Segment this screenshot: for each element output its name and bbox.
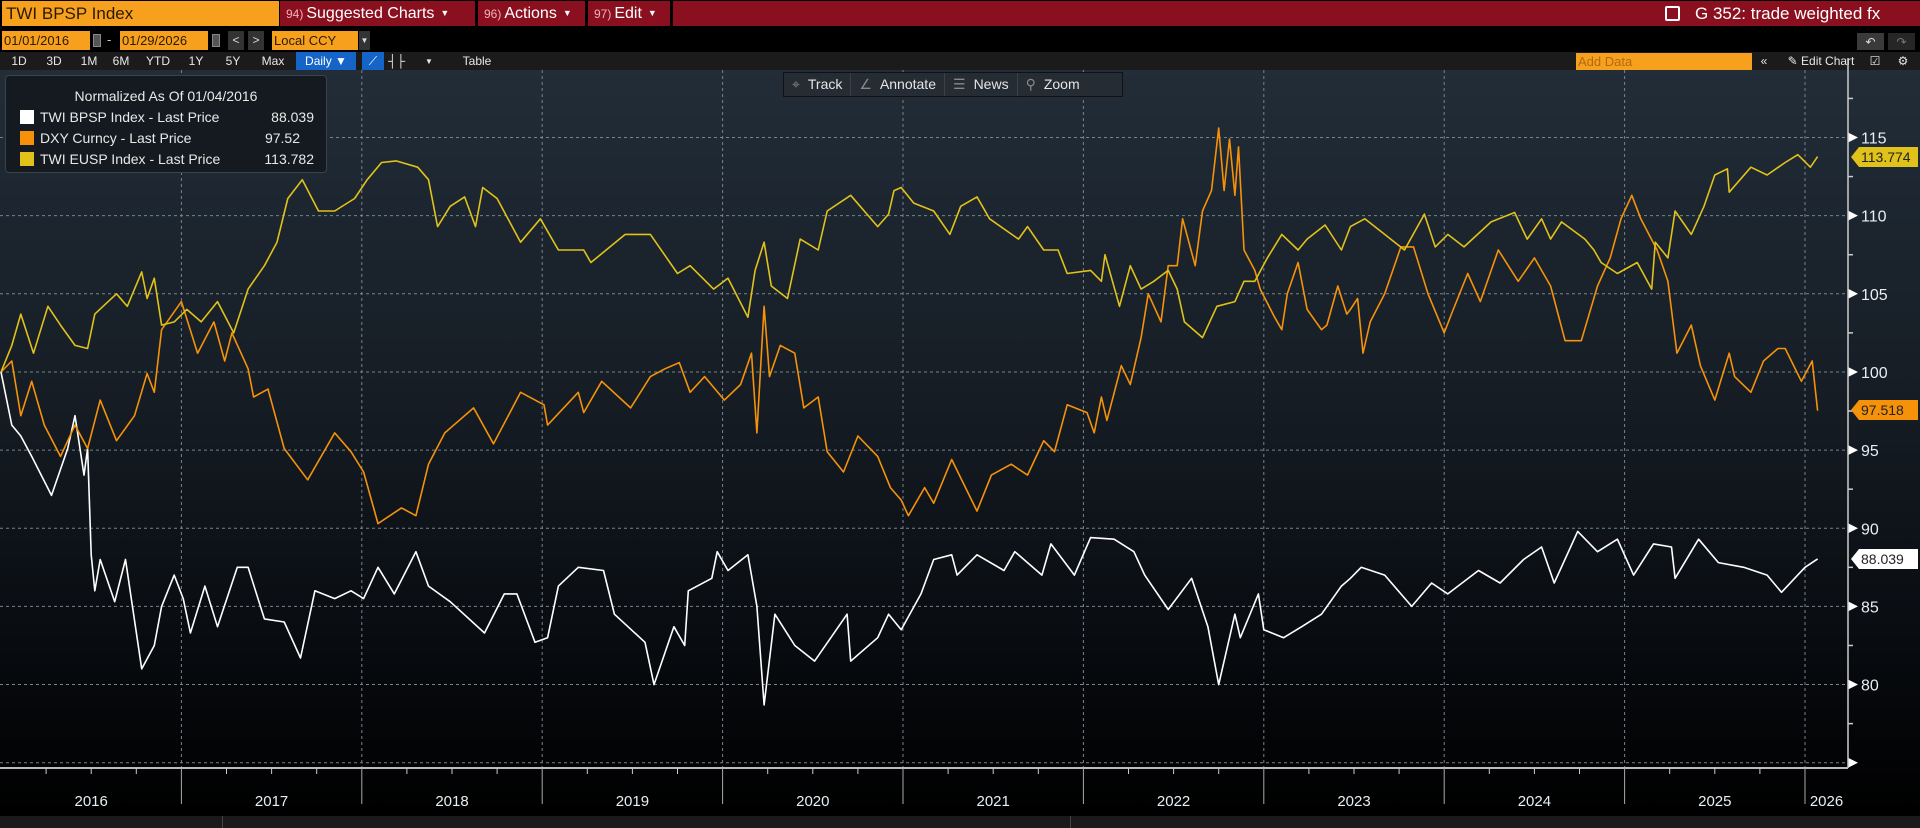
y-tick-marker (1848, 288, 1858, 299)
y-tick-label: 80 (1861, 678, 1879, 695)
news-button[interactable]: ☰ News (945, 73, 1018, 96)
legend-value: 97.52 (264, 130, 300, 146)
legend-value: 113.782 (264, 151, 314, 167)
track-button[interactable]: ⌖ Track (784, 73, 852, 96)
series-line-bpsp[interactable] (0, 371, 1819, 706)
x-tick-label: 2024 (1518, 793, 1551, 810)
annotate-label: Annotate (879, 76, 936, 92)
gridlines (0, 70, 1848, 768)
legend-item[interactable]: TWI EUSP Index - Last Price 113.782 (20, 150, 320, 168)
x-axis: 2016 2017 2018 2019 2020 2021 2022 2023 2024 2025… (0, 767, 1848, 810)
legend-value: 88.039 (271, 109, 314, 125)
legend-swatch (20, 110, 34, 124)
x-tick-label: 2025 (1698, 793, 1731, 810)
news-label: News (973, 76, 1009, 92)
y-tick-marker (1848, 757, 1858, 768)
legend-label: TWI EUSP Index - Last Price (40, 151, 221, 167)
annotate-button[interactable]: ∠ Annotate (851, 73, 945, 96)
bottom-strip (0, 816, 1920, 828)
pencil-icon: ∠ (859, 76, 872, 92)
x-tick-label: 2016 (75, 793, 108, 810)
legend-swatch (20, 152, 34, 166)
y-tick-label: 85 (1861, 599, 1879, 616)
legend-swatch (20, 131, 34, 145)
y-tick-label: 100 (1861, 365, 1888, 382)
x-tick-label: 2017 (255, 793, 288, 810)
y-tick-marker (1848, 210, 1858, 221)
divider (222, 816, 223, 828)
legend-item[interactable]: DXY Curncy - Last Price 97.52 (20, 129, 320, 147)
y-tick-marker (1848, 523, 1858, 534)
x-tick-label: 2018 (435, 793, 468, 810)
legend-label: DXY Curncy - Last Price (40, 130, 192, 146)
last-value-tag-bpsp: 88.039 (1851, 549, 1918, 569)
news-icon: ☰ (953, 76, 966, 92)
legend-item[interactable]: TWI BPSP Index - Last Price 88.039 (20, 108, 320, 126)
track-label: Track (807, 76, 843, 92)
y-tick-label: 115 (1861, 131, 1887, 148)
y-tick-marker (1848, 601, 1858, 612)
series-line-eusp[interactable] (0, 153, 1819, 373)
x-tick-label: 2020 (796, 793, 829, 810)
last-value-tag-dxy: 97.518 (1851, 400, 1918, 420)
y-tick-label: 110 (1861, 209, 1887, 226)
y-tick-marker (1848, 679, 1858, 690)
y-tick-label: 95 (1861, 443, 1879, 460)
x-tick-label: 2019 (616, 793, 649, 810)
x-tick-label: 2023 (1337, 793, 1370, 810)
x-tick-label: 2026 (1810, 793, 1843, 810)
y-tick-marker (1848, 366, 1858, 377)
x-tick-label: 2022 (1157, 793, 1190, 810)
y-tick-label: 90 (1861, 521, 1879, 538)
zoom-label: Zoom (1043, 76, 1080, 92)
series-line-dxy[interactable] (0, 127, 1819, 525)
crosshair-icon: ⌖ (792, 76, 800, 92)
zoom-button[interactable]: ⚲ Zoom (1018, 73, 1088, 96)
y-tick-marker (1848, 132, 1858, 143)
x-tick-label: 2021 (977, 793, 1010, 810)
series-lines (0, 127, 1819, 706)
y-tick-marker (1848, 445, 1858, 456)
y-tick-label: 105 (1861, 287, 1888, 304)
chart-tools: ⌖ Track ∠ Annotate ☰ News ⚲ Zoom (783, 72, 1123, 97)
legend-label: TWI BPSP Index - Last Price (40, 109, 220, 125)
magnifier-icon: ⚲ (1025, 76, 1036, 92)
legend-title: Normalized As Of 01/04/2016 (74, 88, 258, 104)
last-value-tag-eusp: 113.774 (1851, 147, 1918, 167)
divider (1070, 816, 1071, 828)
chart-legend[interactable]: Normalized As Of 01/04/2016 TWI BPSP Ind… (5, 75, 327, 173)
